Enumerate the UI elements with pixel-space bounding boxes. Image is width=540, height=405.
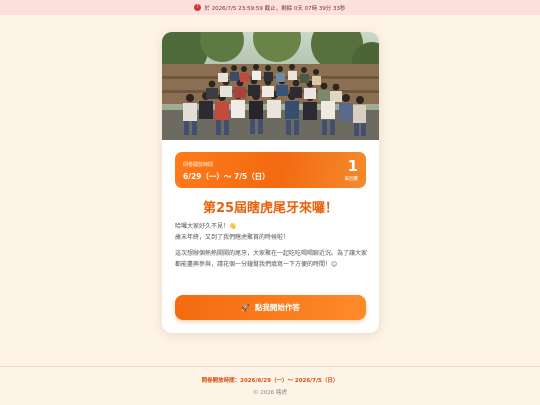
response-count: 1 <box>347 157 358 175</box>
intro-line-2: 歲末年終，又到了我們瞎虎聚首的時候啦！ <box>175 234 290 241</box>
copyright: © 2026 瞎虎 <box>253 390 287 396</box>
countdown-banner: ! 於 2026/7/5 23:59:59 截止，剩餘 0天 07時 39分 3… <box>0 0 540 15</box>
intro-paragraph: 哈囉大家好久不見！👋 歲末年終，又到了我們瞎虎聚首的時候啦！ <box>175 221 367 243</box>
deadline-label: 問卷開放時間 <box>183 162 214 168</box>
group-photo <box>162 32 379 140</box>
response-count-label: 筆回覆 <box>344 177 359 182</box>
intro-line-1: 哈囉大家好久不見！👋 <box>175 223 237 230</box>
survey-card: 問卷開放時間 6/29（一）～ 7/5（日） 1 筆回覆 第25屆瞎虎尾牙來囉！… <box>162 32 379 333</box>
countdown-text: 於 2026/7/5 23:59:59 截止，剩餘 0天 07時 39分 33秒 <box>204 5 346 12</box>
description-paragraph: 這次想辦個熱熱鬧鬧的尾牙，大家聚在一起吃吃喝喝聊近況。為了讓大家都能盡興參與，請… <box>175 250 368 268</box>
start-survey-label: 點我開始作答 <box>254 303 300 312</box>
deadline-dates: 6/29（一）～ 7/5（日） <box>183 172 270 181</box>
clock-icon: ! <box>194 4 202 11</box>
page-title: 第25屆瞎虎尾牙來囉！ <box>202 201 339 216</box>
start-survey-button[interactable]: 🚀 點我開始作答 <box>175 295 366 320</box>
footer: 問卷開放時間：2026/6/29（一）～ 2026/7/5（日） © 2026 … <box>0 366 540 405</box>
deadline-panel: 問卷開放時間 6/29（一）～ 7/5（日） 1 筆回覆 <box>175 152 366 188</box>
rocket-icon: 🚀 <box>241 303 250 312</box>
footer-range: 問卷開放時間：2026/6/29（一）～ 2026/7/5（日） <box>201 378 339 384</box>
